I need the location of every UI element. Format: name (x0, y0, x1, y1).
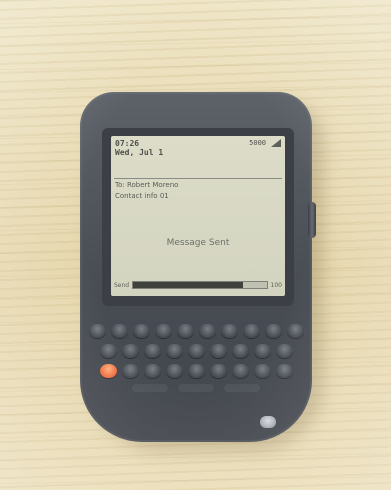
key-row (88, 364, 304, 378)
key-g[interactable] (187, 344, 205, 358)
key-d[interactable] (143, 344, 161, 358)
key-v[interactable] (187, 364, 205, 378)
blackberry-device: 07:26 Wed, Jul 1 5000 To: Robert Moreno … (80, 92, 316, 442)
message-recipient: To: Robert Moreno (115, 181, 179, 189)
screen-bezel: 07:26 Wed, Jul 1 5000 To: Robert Moreno … (102, 128, 294, 306)
key-k[interactable] (253, 344, 271, 358)
header-divider (114, 178, 282, 179)
bottom-key-row (88, 384, 304, 392)
key-alt[interactable] (99, 364, 117, 378)
key-a[interactable] (99, 344, 117, 358)
key-y[interactable] (198, 324, 216, 338)
status-clock: 07:26 Wed, Jul 1 (115, 139, 163, 157)
escape-button[interactable] (260, 416, 276, 428)
key-o[interactable] (264, 324, 282, 338)
key-r[interactable] (154, 324, 172, 338)
key-q[interactable] (88, 324, 106, 338)
status-time: 07:26 (115, 139, 140, 148)
function-key[interactable] (132, 384, 168, 392)
key-j[interactable] (231, 344, 249, 358)
trackwheel[interactable] (308, 202, 316, 238)
status-network: 5000 (249, 139, 281, 147)
status-message: Message Sent (166, 238, 230, 248)
key-row (88, 344, 304, 358)
progress-end-label: 100 (270, 281, 282, 289)
message-subject: Contact info 01 (115, 192, 169, 200)
progress-fill (133, 282, 243, 288)
progress-row: Send 100 (114, 280, 282, 290)
key-m[interactable] (253, 364, 271, 378)
space-key[interactable] (178, 384, 214, 392)
signal-icon (271, 139, 281, 147)
key-h[interactable] (209, 344, 227, 358)
key-s[interactable] (121, 344, 139, 358)
key-e[interactable] (132, 324, 150, 338)
network-label: 5000 (249, 139, 266, 147)
key-b[interactable] (209, 364, 227, 378)
key-t[interactable] (176, 324, 194, 338)
key-l[interactable] (275, 344, 293, 358)
status-date: Wed, Jul 1 (115, 148, 164, 157)
key-f[interactable] (165, 344, 183, 358)
key-u[interactable] (220, 324, 238, 338)
progress-label: Send (114, 281, 130, 289)
key-n[interactable] (231, 364, 249, 378)
progress-bar (132, 281, 268, 289)
key-w[interactable] (110, 324, 128, 338)
key-row (88, 324, 304, 338)
key-$[interactable] (275, 364, 293, 378)
qwerty-keyboard (88, 324, 304, 416)
function-key[interactable] (224, 384, 260, 392)
key-p[interactable] (286, 324, 304, 338)
key-z[interactable] (121, 364, 139, 378)
key-x[interactable] (143, 364, 161, 378)
device-screen: 07:26 Wed, Jul 1 5000 To: Robert Moreno … (111, 136, 285, 296)
key-c[interactable] (165, 364, 183, 378)
key-i[interactable] (242, 324, 260, 338)
